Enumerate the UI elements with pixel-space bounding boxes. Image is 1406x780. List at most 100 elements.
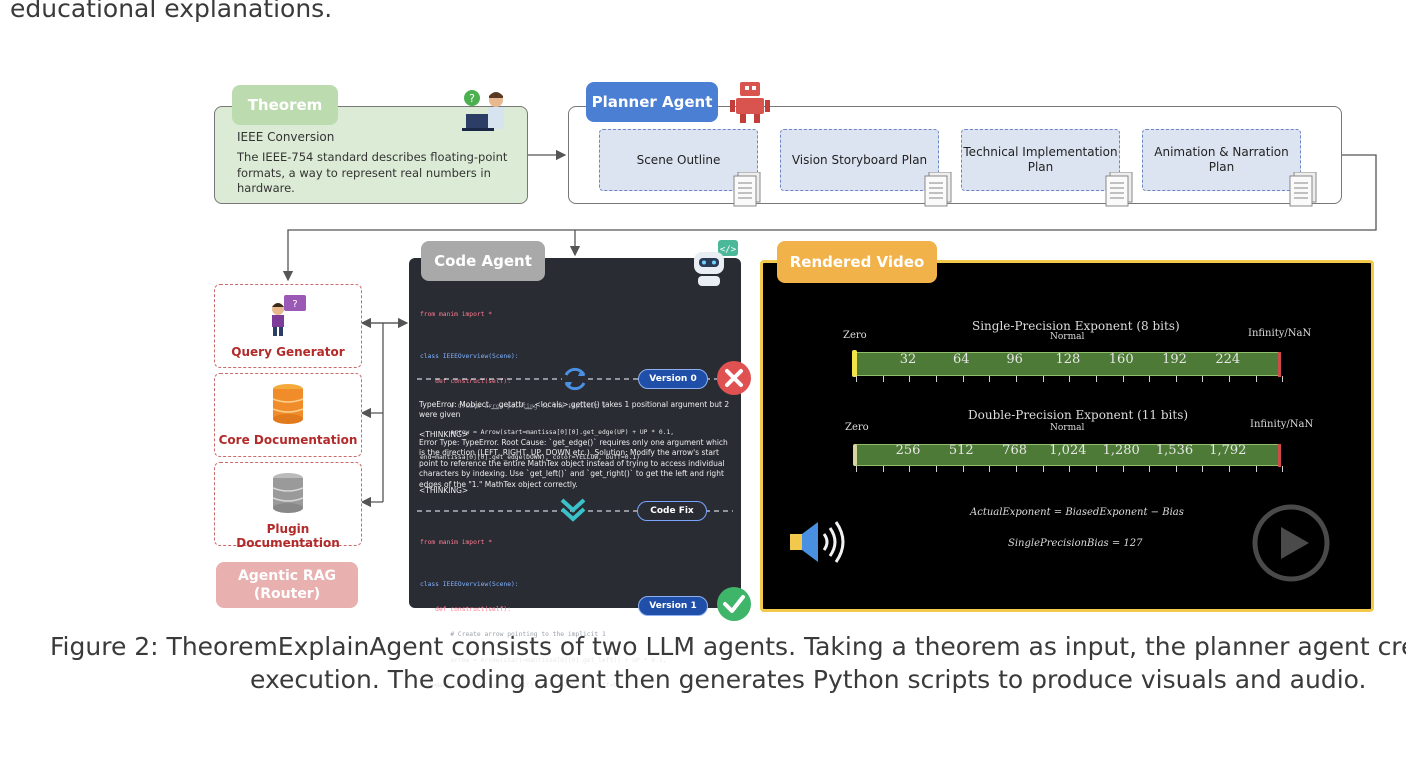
- tick-label: 512: [948, 443, 974, 458]
- single-normal-label: Normal: [1050, 332, 1085, 342]
- person-laptop-icon: ?: [462, 90, 504, 131]
- tick-mark: [882, 376, 884, 382]
- double-zero-label: Zero: [845, 422, 869, 433]
- single-precision-title: Single-Precision Exponent (8 bits): [972, 319, 1180, 333]
- tick-mark: [962, 376, 964, 382]
- tick-label: 256: [895, 443, 921, 458]
- document-icon: [924, 172, 952, 207]
- double-bar-end: [1278, 444, 1281, 467]
- code-agent-label: Code Agent: [421, 241, 545, 281]
- query-person-icon: ?: [272, 295, 306, 336]
- rag-plugin-documentation: Plugin Documentation: [214, 462, 362, 550]
- thinking-close: <THINKING>: [419, 486, 469, 495]
- tick-label: 192: [1162, 352, 1187, 367]
- document-icon: [733, 172, 761, 207]
- tick-mark: [882, 466, 884, 472]
- formula-actual-exponent: ActualExponent = BiasedExponent − Bias: [970, 507, 1184, 518]
- tick-mark: [1149, 376, 1151, 382]
- agentic-rag-router-label: Agentic RAG (Router): [216, 562, 358, 608]
- tick-label: 1,024: [1049, 443, 1087, 458]
- theorem-description: The IEEE-754 standard describes floating…: [237, 150, 508, 195]
- tick-mark: [935, 376, 937, 382]
- tick-mark: [1255, 466, 1257, 472]
- tick-mark: [1175, 376, 1177, 382]
- tick-mark: [1069, 376, 1071, 382]
- figure-caption-line1: Figure 2: TheoremExplainAgent consists o…: [50, 632, 1406, 661]
- tick-label: 1,536: [1155, 443, 1194, 458]
- planner-agent-label: Planner Agent: [586, 82, 718, 122]
- tick-mark: [1282, 466, 1284, 472]
- svg-text:</>: </>: [720, 245, 737, 255]
- tick-mark: [1149, 466, 1151, 472]
- tick-mark: [935, 466, 937, 472]
- tick-mark: [989, 376, 991, 382]
- tick-mark: [1282, 376, 1284, 382]
- database-icon: [272, 473, 304, 513]
- tick-mark: [962, 466, 964, 472]
- error-message: TypeError: Mobject.__getattr__.<locals>.…: [419, 400, 730, 420]
- success-check-icon: [717, 587, 751, 621]
- rag-item-label: Plugin Documentation: [236, 522, 340, 550]
- tick-mark: [1202, 466, 1204, 472]
- plan-step-vision-storyboard: Vision Storyboard Plan: [780, 129, 939, 191]
- rag-query-generator: ? Query Generator: [214, 284, 362, 368]
- tick-mark: [856, 376, 857, 382]
- version-1-badge: Version 1: [638, 596, 708, 616]
- document-icon: [1105, 172, 1133, 207]
- error-x-icon: [717, 361, 751, 395]
- double-bar-zero-marker: [853, 444, 857, 466]
- tick-mark: [909, 376, 911, 382]
- document-icon: [1289, 172, 1317, 207]
- rag-item-label: Query Generator: [231, 345, 345, 359]
- tick-mark: [1175, 466, 1177, 472]
- single-inf-label: Infinity/NaN: [1248, 328, 1312, 339]
- figure-caption-line2: execution. The coding agent then generat…: [250, 665, 1367, 694]
- tick-label: 160: [1108, 352, 1134, 367]
- tick-mark: [1229, 466, 1231, 472]
- tick-label: 64: [953, 352, 970, 367]
- tick-label: 768: [1002, 443, 1028, 458]
- tick-mark: [1122, 376, 1124, 382]
- tick-mark: [1069, 466, 1071, 472]
- rag-item-label: Core Documentation: [218, 433, 358, 447]
- thinking-text: Error Type: TypeError. Root Cause: `get_…: [419, 438, 728, 489]
- play-button-icon[interactable]: [1251, 503, 1331, 583]
- double-inf-label: Infinity/NaN: [1250, 419, 1314, 430]
- theorem-label: Theorem: [232, 85, 338, 125]
- tick-label: 32: [899, 352, 917, 367]
- tick-mark: [1042, 376, 1044, 382]
- tick-label: 224: [1215, 352, 1241, 367]
- code-fix-badge: Code Fix: [637, 501, 707, 521]
- theorem-title: IEEE Conversion: [237, 130, 335, 144]
- tick-mark: [1015, 376, 1017, 382]
- robot-icon: [730, 82, 770, 123]
- single-bar-end: [1278, 352, 1281, 377]
- formula-single-precision-bias: SinglePrecisionBias = 127: [1008, 538, 1143, 549]
- database-icon: [272, 384, 304, 424]
- tick-label: 96: [1006, 352, 1023, 367]
- tick-label: 128: [1055, 352, 1081, 367]
- plan-step-animation-narration: Animation & Narration Plan: [1142, 129, 1301, 191]
- single-bar-zero-marker: [852, 350, 857, 377]
- svg-text:?: ?: [292, 299, 297, 310]
- double-normal-label: Normal: [1050, 423, 1085, 433]
- tick-mark: [1229, 376, 1231, 382]
- tick-mark: [1042, 466, 1044, 472]
- version-0-badge: Version 0: [638, 369, 708, 389]
- svg-text:?: ?: [469, 92, 475, 105]
- speaker-icon[interactable]: [788, 518, 848, 566]
- tick-mark: [909, 466, 911, 472]
- plan-step-technical-implementation: Technical Implementation Plan: [961, 129, 1120, 191]
- tick-mark: [989, 466, 991, 472]
- rag-core-documentation: Core Documentation: [214, 373, 362, 457]
- coding-robot-icon: </>: [694, 240, 738, 286]
- rendered-video-label: Rendered Video: [777, 241, 937, 283]
- single-zero-label: Zero: [843, 330, 867, 341]
- tick-label: 1,280: [1102, 443, 1140, 458]
- tick-mark: [1095, 466, 1097, 472]
- tick-mark: [856, 466, 857, 472]
- tick-mark: [1015, 466, 1017, 472]
- tick-label: 1,792: [1209, 443, 1247, 458]
- tick-mark: [1095, 376, 1097, 382]
- tick-mark: [1255, 376, 1257, 382]
